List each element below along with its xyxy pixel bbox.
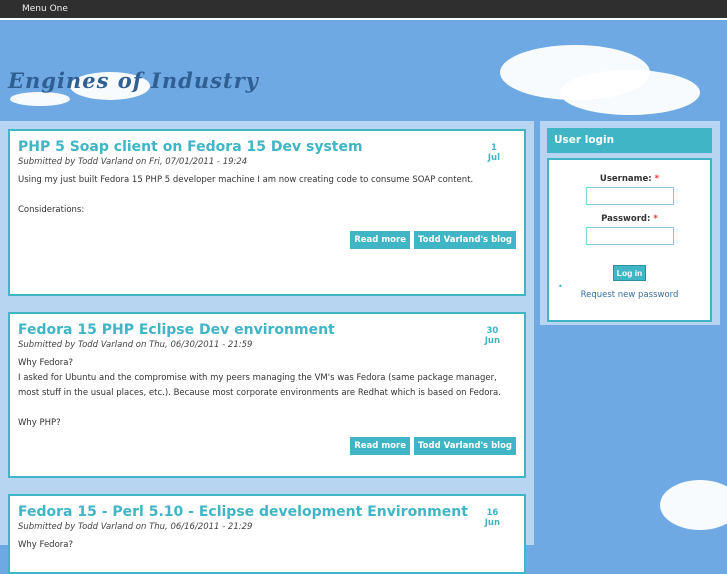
login-form: Username: * Password: * Log in • Request … <box>547 158 712 322</box>
bullet-icon: • <box>558 282 563 291</box>
post-body: Why Fedora? <box>18 538 516 553</box>
post-paragraph: Considerations: <box>18 205 85 215</box>
password-label: Password: * <box>601 214 658 224</box>
date-month: Jun <box>484 336 500 346</box>
blog-link-button[interactable]: Todd Varland's blog <box>413 437 516 455</box>
post-title[interactable]: Fedora 15 - Perl 5.10 - Eclipse developm… <box>18 504 516 520</box>
cloud-decoration <box>10 92 70 106</box>
cloud-decoration <box>660 480 727 530</box>
password-input[interactable] <box>585 227 674 245</box>
date-day: 16 <box>486 508 499 518</box>
date-month: Jun <box>484 518 500 528</box>
cloud-decoration <box>560 70 700 115</box>
post-title[interactable]: Fedora 15 PHP Eclipse Dev environment <box>18 322 516 338</box>
username-input[interactable] <box>585 187 674 205</box>
post-links: Read more Todd Varland's blog <box>350 437 516 455</box>
post-meta: Submitted by Todd Varland on Thu, 06/30/… <box>18 340 253 350</box>
post: PHP 5 Soap client on Fedora 15 Dev syste… <box>8 129 526 296</box>
post-paragraph: Using my just built Fedora 15 PHP 5 deve… <box>18 175 474 185</box>
post: Fedora 15 PHP Eclipse Dev environment Su… <box>8 312 526 478</box>
post-links: Read more Todd Varland's blog <box>350 231 516 249</box>
post-date: 16 Jun <box>485 508 500 528</box>
post-paragraph: Why PHP? <box>18 418 61 428</box>
date-month: Jul <box>487 153 500 163</box>
menu-one-link[interactable]: Menu One <box>22 4 68 14</box>
post-body: Using my just built Fedora 15 PHP 5 deve… <box>18 173 516 218</box>
post-date: 1 Jul <box>488 143 500 163</box>
date-day: 30 <box>486 326 499 336</box>
read-more-button[interactable]: Read more <box>350 437 410 455</box>
post-paragraph: I asked for Ubuntu and the compromise wi… <box>18 373 501 398</box>
read-more-button[interactable]: Read more <box>350 231 410 249</box>
post-paragraph: Why Fedora? <box>18 358 73 368</box>
post-meta: Submitted by Todd Varland on Fri, 07/01/… <box>18 157 248 167</box>
blog-link-button[interactable]: Todd Varland's blog <box>413 231 516 249</box>
date-day: 1 <box>490 143 497 153</box>
post-date: 30 Jun <box>485 326 500 346</box>
top-nav: Menu One <box>0 0 727 20</box>
site-logo[interactable]: Engines of Industry <box>8 68 259 93</box>
request-password-link[interactable]: Request new password <box>581 290 679 300</box>
login-button[interactable]: Log in <box>612 265 647 281</box>
post-meta: Submitted by Todd Varland on Thu, 06/16/… <box>18 522 253 532</box>
post-paragraph: Why Fedora? <box>18 540 73 550</box>
post-title[interactable]: PHP 5 Soap client on Fedora 15 Dev syste… <box>18 139 516 155</box>
post-body: Why Fedora? I asked for Ubuntu and the c… <box>18 356 516 431</box>
post: Fedora 15 - Perl 5.10 - Eclipse developm… <box>8 494 526 574</box>
username-label: Username: * <box>599 174 660 184</box>
user-login-heading: User login <box>547 128 712 153</box>
